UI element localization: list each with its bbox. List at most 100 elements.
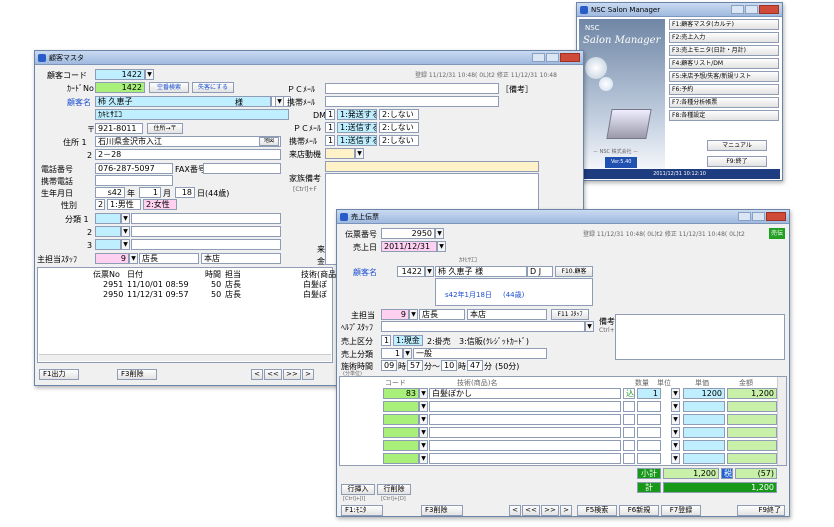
sales-staff-code[interactable]: 9 [381, 309, 409, 320]
line-qty[interactable]: 1 [637, 388, 661, 399]
line-qty[interactable] [637, 401, 661, 412]
dm-option-no[interactable]: 2:しない [379, 109, 419, 120]
menu-item-analysis[interactable]: F7:各種分析帳票 [669, 97, 779, 108]
menu-item-dm[interactable]: F4:顧客リスト/DM [669, 58, 779, 69]
nav-last[interactable]: >> [283, 369, 301, 380]
staff-button[interactable]: F11 ｽﾀｯﾌ [551, 309, 589, 320]
gender-option-male[interactable]: 1:男性 [107, 199, 141, 210]
line-code-dropdown[interactable]: ▼ [419, 388, 428, 399]
end-hour[interactable]: 10 [441, 360, 457, 371]
kind-field[interactable]: 1 [381, 335, 391, 346]
maximize-button[interactable] [745, 5, 758, 14]
class3-code[interactable] [95, 239, 121, 250]
mobmail-flag-field[interactable]: 1 [325, 135, 335, 146]
line-code[interactable] [383, 440, 419, 451]
line-name[interactable]: 白髪ぼかし [429, 388, 621, 399]
customer-button[interactable]: F10.顧客 [555, 266, 593, 277]
line-price[interactable]: 1200 [683, 388, 725, 399]
line-unit-dropdown[interactable]: ▼ [671, 401, 680, 412]
class-code-field[interactable]: 1 [381, 348, 403, 359]
monitor-button[interactable]: F1:ﾓﾆﾀ [341, 505, 383, 516]
name-field[interactable]: 柿 久恵子 [95, 96, 271, 107]
menu-item-sales[interactable]: F2:売上入力 [669, 32, 779, 43]
line-name[interactable] [429, 440, 621, 451]
slip-field[interactable]: 2950 [381, 228, 435, 239]
tel-field[interactable]: 076-287-5097 [95, 163, 173, 174]
sales-staff-name[interactable]: 店長 [419, 309, 465, 320]
mobmail-option-send[interactable]: 1:送信する [337, 135, 377, 146]
date-dropdown[interactable]: ▼ [437, 241, 446, 252]
line-unit-dropdown[interactable]: ▼ [671, 427, 680, 438]
class-dropdown[interactable]: ▼ [403, 348, 412, 359]
search-button[interactable]: F5検索 [577, 505, 617, 516]
close-button[interactable] [560, 53, 580, 62]
manual-button[interactable]: マニュアル [707, 140, 767, 151]
line-tax[interactable] [623, 440, 635, 451]
line-name[interactable] [429, 414, 621, 425]
line-code-dropdown[interactable]: ▼ [419, 401, 428, 412]
line-tax[interactable] [623, 414, 635, 425]
cust-dropdown[interactable]: ▼ [425, 266, 434, 277]
history-scrollbar[interactable] [39, 354, 331, 361]
pcmail-option-no[interactable]: 2:しない [379, 122, 419, 133]
close-button[interactable] [766, 212, 786, 221]
staff-code-field[interactable]: 9 [95, 253, 129, 264]
line-code-dropdown[interactable]: ▼ [419, 453, 428, 464]
nav-last[interactable]: >> [541, 505, 559, 516]
close-button[interactable] [759, 5, 779, 14]
delete-button[interactable]: F3削除 [117, 369, 157, 380]
class-name-field[interactable]: 一般 [413, 348, 547, 359]
delete-button[interactable]: F3削除 [421, 505, 463, 516]
address1-field[interactable]: 石川県金沢市入江 [95, 136, 281, 147]
birth-era-field[interactable]: s42 [95, 187, 125, 198]
menu-item-monitor[interactable]: F3:売上モニタ(日計・月計) [669, 45, 779, 56]
line-name[interactable] [429, 401, 621, 412]
visit-field[interactable] [325, 148, 355, 159]
minimize-button[interactable] [738, 212, 751, 221]
kind-option-cash[interactable]: 1:現金 [393, 335, 423, 346]
nav-prev[interactable]: < [251, 369, 263, 380]
slip-dropdown[interactable]: ▼ [435, 228, 444, 239]
kana-field[interactable]: ｶｷﾋｻｴｺ [95, 109, 289, 120]
nav-first[interactable]: << [264, 369, 282, 380]
nav-first[interactable]: << [522, 505, 540, 516]
birth-month-field[interactable]: 1 [139, 187, 161, 198]
mobmail-option-no[interactable]: 2:しない [379, 135, 419, 146]
line-qty[interactable] [637, 427, 661, 438]
menu-item-reserve[interactable]: F6:予約 [669, 84, 779, 95]
pcmail-flag-field[interactable]: 1 [325, 122, 335, 133]
start-min[interactable]: 57 [407, 360, 423, 371]
maximize-button[interactable] [546, 53, 559, 62]
print-button[interactable]: F1出力 [39, 369, 79, 380]
new-button[interactable]: F6新規 [619, 505, 659, 516]
line-qty[interactable] [637, 440, 661, 451]
exit-button[interactable]: F9:終了 [707, 156, 767, 167]
gender-field[interactable]: 2 [95, 199, 105, 210]
line-tax[interactable] [623, 427, 635, 438]
map-button[interactable]: 地図 [259, 137, 279, 146]
class3-name[interactable] [131, 239, 281, 250]
line-code[interactable]: 83 [383, 388, 419, 399]
register-button[interactable]: F7登録 [661, 505, 701, 516]
code-field[interactable]: 1422 [95, 69, 145, 80]
maximize-button[interactable] [752, 212, 765, 221]
menu-item-settings[interactable]: F8:各種設定 [669, 110, 779, 121]
end-min[interactable]: 47 [467, 360, 483, 371]
line-scrollbar[interactable] [777, 377, 786, 465]
line-tax[interactable]: 込 [623, 388, 635, 399]
minimize-button[interactable] [532, 53, 545, 62]
card-field[interactable]: 1422 [95, 82, 145, 93]
empty-search-button[interactable]: 空番検索 [149, 82, 189, 93]
dj-field[interactable]: D J [527, 266, 553, 277]
dm-field[interactable]: 1 [325, 109, 335, 120]
class2-name[interactable] [131, 226, 281, 237]
close-form-button[interactable]: F9終了 [737, 505, 785, 516]
line-qty[interactable] [637, 414, 661, 425]
line-unit-dropdown[interactable]: ▼ [671, 388, 680, 399]
honorific-dropdown[interactable]: ▼ [275, 96, 284, 107]
minimize-button[interactable] [731, 5, 744, 14]
help-staff-field[interactable] [381, 321, 585, 332]
line-code[interactable] [383, 401, 419, 412]
address2-field[interactable]: 2－28 [95, 149, 281, 160]
fax-field[interactable] [203, 163, 281, 174]
